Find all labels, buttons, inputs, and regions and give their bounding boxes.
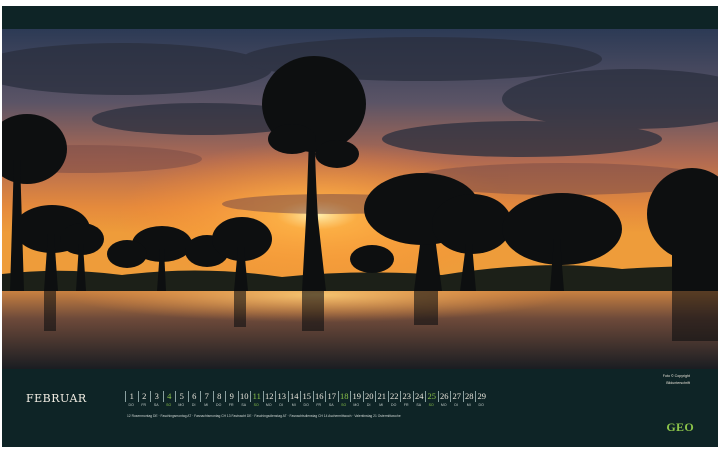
cypress-swamp-sunset-photo — [2, 29, 718, 369]
weekday-abbrev: FR — [228, 403, 234, 407]
weekday-abbrev: FR — [316, 403, 322, 407]
weekday-abbrev: MI — [379, 403, 384, 407]
weekday-abbrev: MO — [265, 403, 272, 407]
day-number: 5 — [175, 391, 188, 402]
calendar-day: 26 MO — [437, 391, 451, 408]
day-number: 23 — [400, 391, 413, 402]
calendar-day: 13 DI — [275, 391, 288, 408]
day-number: 2 — [137, 391, 151, 402]
calendar-day: 11 SO — [250, 391, 263, 408]
day-number: 16 — [312, 391, 326, 402]
weekday-abbrev: MI — [291, 403, 296, 407]
weekday-abbrev: DI — [366, 403, 371, 407]
caption-line: Bildunterschrift — [666, 381, 690, 385]
day-number: 18 — [337, 391, 351, 402]
calendar-day: 25 SO — [425, 391, 438, 408]
day-number: 20 — [362, 391, 376, 402]
geo-logo: GEO — [666, 420, 694, 434]
weekday-abbrev: SA — [153, 403, 159, 407]
calendar-day: 5 MO — [175, 391, 188, 408]
day-number: 17 — [325, 391, 338, 402]
day-number: 12 — [262, 391, 276, 402]
day-number: 28 — [462, 391, 476, 402]
weekday-abbrev: SO — [428, 403, 434, 407]
calendar-day: 4 SO — [162, 391, 176, 408]
calendar-day: 22 DO — [387, 391, 401, 408]
weekday-abbrev: DO — [216, 403, 222, 407]
calendar-page: FEBRUAR 1 DO 2 FR 3 SA 4 SO 5 MO 6 DI 7 MI 8 DO 9 FR 10 SA 1… — [2, 6, 718, 447]
weekday-abbrev: DO — [478, 403, 484, 407]
weekday-abbrev: SO — [253, 403, 259, 407]
calendar-day: 8 DO — [212, 391, 226, 408]
calendar-day: 27 DI — [450, 391, 463, 408]
weekday-abbrev: MI — [204, 403, 209, 407]
calendar-day: 16 FR — [312, 391, 326, 408]
calendar-day: 6 DI — [187, 391, 201, 408]
calendar-day: 12 MO — [262, 391, 276, 408]
weekday-abbrev: MO — [440, 403, 447, 407]
weekday-abbrev: SA — [416, 403, 422, 407]
weekday-abbrev: MI — [466, 403, 471, 407]
calendar-day: 28 MI — [462, 391, 476, 408]
day-number: 27 — [450, 391, 463, 402]
weekday-abbrev: DO — [303, 403, 309, 407]
calendar-day: 9 FR — [225, 391, 238, 408]
weekday-abbrev: DI — [454, 403, 459, 407]
calendar-day: 24 SA — [412, 391, 426, 408]
day-number: 19 — [350, 391, 363, 402]
weekday-abbrev: MO — [178, 403, 185, 407]
day-number: 26 — [437, 391, 451, 402]
calendar-day: 21 MI — [375, 391, 388, 408]
weekday-abbrev: SO — [166, 403, 172, 407]
calendar-day: 19 MO — [350, 391, 363, 408]
weekday-abbrev: DI — [279, 403, 284, 407]
weekday-abbrev: SO — [341, 403, 347, 407]
calendar-day: 1 DO — [125, 391, 138, 408]
day-number: 7 — [200, 391, 213, 402]
weekday-abbrev: SA — [328, 403, 334, 407]
photo-credit: Foto © Copyright Bildunterschrift — [663, 373, 690, 387]
calendar-day: 7 MI — [200, 391, 213, 408]
day-number: 14 — [287, 391, 301, 402]
weekday-abbrev: DI — [191, 403, 196, 407]
calendar-day: 2 FR — [137, 391, 151, 408]
day-strip: 1 DO 2 FR 3 SA 4 SO 5 MO 6 DI 7 MI 8 DO 9 FR 10 SA 11 SO 12 MO 1… — [125, 391, 488, 408]
calendar-day: 17 SA — [325, 391, 338, 408]
day-number: 10 — [237, 391, 251, 402]
day-number: 22 — [387, 391, 401, 402]
day-number: 21 — [375, 391, 388, 402]
calendar-day: 15 DO — [300, 391, 313, 408]
day-number: 9 — [225, 391, 238, 402]
day-number: 6 — [187, 391, 201, 402]
calendar-day: 23 FR — [400, 391, 413, 408]
day-number: 25 — [425, 391, 438, 402]
day-number: 15 — [300, 391, 313, 402]
day-number: 8 — [212, 391, 226, 402]
calendar-day: 18 SO — [337, 391, 351, 408]
day-number: 4 — [162, 391, 176, 402]
day-number: 29 — [475, 391, 488, 402]
weekday-abbrev: MO — [353, 403, 360, 407]
calendar-day: 29 DO — [475, 391, 488, 408]
day-number: 1 — [125, 391, 138, 402]
weekday-abbrev: FR — [141, 403, 147, 407]
weekday-abbrev: SA — [241, 403, 247, 407]
month-name: FEBRUAR — [26, 392, 87, 405]
calendar-day: 3 SA — [150, 391, 163, 408]
calendar-day: 10 SA — [237, 391, 251, 408]
calendar-day: 20 DI — [362, 391, 376, 408]
holiday-notes: 12 Rosenmontag DE · Faschingsmontag AT ·… — [127, 414, 401, 418]
day-number: 13 — [275, 391, 288, 402]
weekday-abbrev: DO — [391, 403, 397, 407]
weekday-abbrev: DO — [128, 403, 134, 407]
day-number: 3 — [150, 391, 163, 402]
copyright-line: Foto © Copyright — [662, 374, 690, 378]
day-number: 11 — [250, 391, 263, 402]
calendar-day: 14 MI — [287, 391, 301, 408]
day-number: 24 — [412, 391, 426, 402]
weekday-abbrev: FR — [403, 403, 409, 407]
